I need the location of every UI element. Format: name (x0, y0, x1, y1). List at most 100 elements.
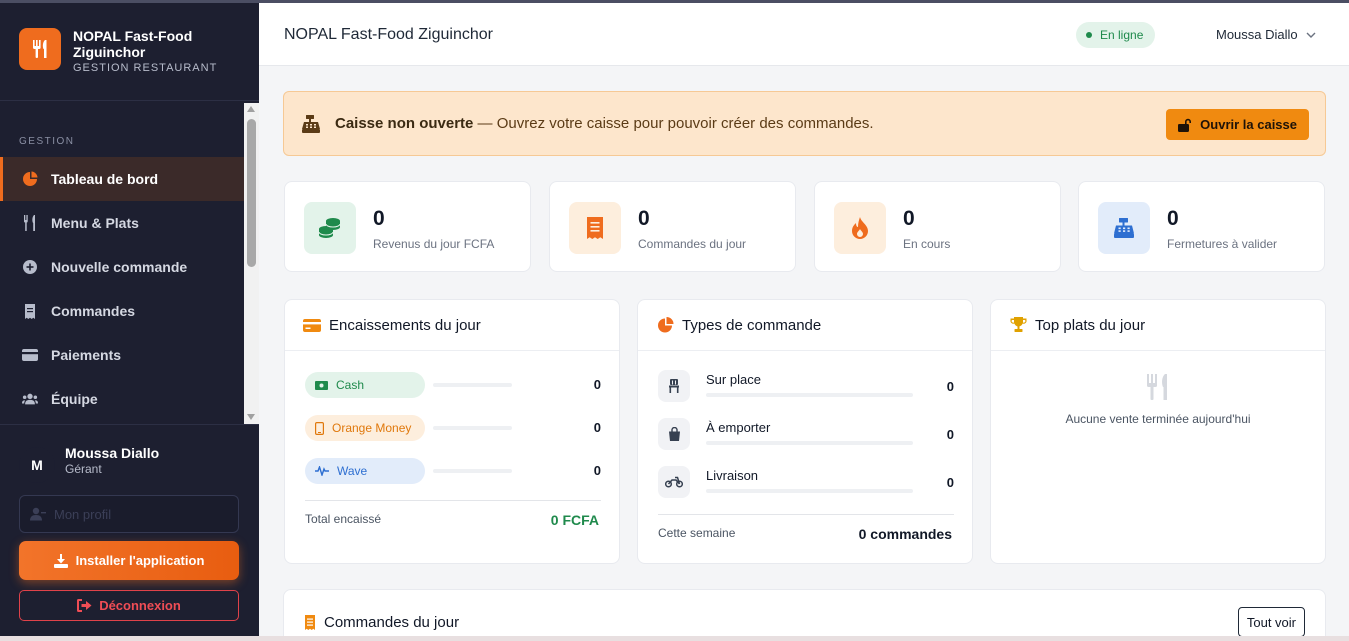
top-header: NOPAL Fast-Food Ziguinchor En ligne Mous… (259, 3, 1349, 66)
stat-label: Commandes du jour (638, 237, 747, 251)
order-type-value: 0 (946, 379, 954, 394)
payment-value: 0 (593, 377, 601, 392)
nav-section-label: GESTION (19, 136, 75, 147)
open-cash-register-button[interactable]: Ouvrir la caisse (1166, 109, 1309, 140)
scroll-down-arrow-icon[interactable] (247, 414, 255, 420)
utensils-icon (22, 215, 38, 231)
install-button-label: Installer l'application (75, 553, 205, 568)
sidebar-item-label: Menu & Plats (51, 215, 139, 231)
sidebar-item-commandes[interactable]: Commandes (0, 289, 244, 333)
empty-state-text: Aucune vente terminée aujourd'hui (1065, 412, 1251, 426)
shopping-bag-icon (658, 418, 690, 450)
panel-title: Top plats du jour (1035, 316, 1146, 334)
profile-button-label: Mon profil (54, 506, 112, 522)
user-role: Gérant (65, 462, 102, 476)
brand-name: NOPAL Fast-Food Ziguinchor (73, 28, 193, 60)
sidebar-item-menu-plats[interactable]: Menu & Plats (0, 201, 244, 245)
payment-value: 0 (593, 463, 601, 478)
wave-pill: Wave (305, 458, 425, 484)
payment-label: Wave (337, 464, 368, 478)
sidebar-item-label: Nouvelle commande (51, 259, 188, 275)
chair-icon (658, 370, 690, 402)
payment-row-orange-money: Orange Money 0 (305, 415, 601, 441)
sidebar-item-tableau-de-bord[interactable]: Tableau de bord (0, 157, 244, 201)
open-cash-register-label: Ouvrir la caisse (1200, 117, 1297, 132)
payment-label: Orange Money (332, 421, 412, 435)
payment-row-cash: Cash 0 (305, 372, 601, 398)
sidebar-scrollbar[interactable] (244, 103, 259, 424)
window-top-strip (0, 0, 1349, 3)
header-user-name: Moussa Diallo (1216, 27, 1298, 42)
pie-chart-icon (656, 316, 674, 334)
alert-message: Caisse non ouverte — Ouvrez votre caisse… (335, 115, 874, 132)
sidebar-item-nouvelle-commande[interactable]: Nouvelle commande (0, 245, 244, 289)
profile-button[interactable]: Mon profil (19, 495, 239, 533)
unlock-icon (1178, 118, 1192, 132)
top-dishes-panel: Top plats du jour Aucune vente terminée … (990, 299, 1326, 564)
mobile-phone-icon (315, 421, 324, 435)
receipt-icon (22, 303, 38, 319)
credit-card-icon (22, 347, 38, 363)
scroll-up-arrow-icon[interactable] (247, 106, 255, 112)
todays-orders-card: Commandes du jour Tout voir (283, 589, 1326, 641)
money-bill-icon (315, 380, 328, 390)
total-label: Total encaissé (305, 512, 382, 526)
panel-divider (658, 514, 954, 515)
cash-pill: Cash (305, 372, 425, 398)
order-type-row-a-emporter: À emporter 0 (658, 418, 954, 452)
stat-card-fermetures: 0 Fermetures à valider (1078, 181, 1325, 272)
wave-signal-icon (315, 466, 329, 476)
panel-divider (305, 500, 601, 501)
window-bottom-strip (0, 636, 1349, 641)
week-label: Cette semaine (658, 526, 736, 540)
utensils-logo-icon (19, 28, 61, 70)
logout-button[interactable]: Déconnexion (19, 590, 239, 621)
order-type-bar (706, 441, 913, 445)
panel-header: Types de commande (638, 300, 972, 351)
orange-money-pill: Orange Money (305, 415, 425, 441)
payment-label: Cash (336, 378, 365, 392)
order-type-label: Sur place (706, 372, 761, 387)
install-app-button[interactable]: Installer l'application (19, 541, 239, 580)
brand-subtitle: GESTION RESTAURANT (73, 62, 218, 74)
alert-title: Caisse non ouverte (335, 115, 474, 132)
payment-value: 0 (593, 420, 601, 435)
user-name: Moussa Diallo (65, 445, 160, 461)
status-badge-label: En ligne (1100, 28, 1144, 42)
user-menu[interactable]: Moussa Diallo (1216, 27, 1316, 42)
card-title-label: Commandes du jour (324, 614, 460, 631)
see-all-button[interactable]: Tout voir (1237, 607, 1305, 637)
receipt-icon (304, 615, 316, 630)
panel-header: Top plats du jour (991, 300, 1325, 351)
sidebar-item-label: Équipe (51, 391, 98, 407)
stat-value: 0 (373, 207, 385, 230)
coins-icon (304, 202, 356, 254)
panel-title: Encaissements du jour (329, 316, 481, 334)
user-circle-icon (30, 507, 46, 521)
cash-register-icon (301, 114, 321, 133)
pie-chart-icon (22, 171, 38, 187)
sidebar-item-equipe[interactable]: Équipe (0, 377, 244, 421)
sidebar-item-label: Commandes (51, 303, 136, 319)
payment-bar (433, 469, 512, 473)
plus-circle-icon (22, 259, 38, 275)
panel-title: Types de commande (682, 316, 822, 334)
order-type-label: Livraison (706, 468, 759, 483)
total-value: 0 FCFA (550, 512, 599, 528)
scrollbar-thumb[interactable] (247, 119, 256, 267)
brand[interactable]: NOPAL Fast-Food Ziguinchor GESTION RESTA… (19, 28, 217, 74)
encaissements-panel: Encaissements du jour Cash 0 Orange Mone… (284, 299, 620, 564)
stat-label: Fermetures à valider (1167, 237, 1278, 251)
download-icon (53, 553, 68, 568)
panel-header: Encaissements du jour (285, 300, 619, 351)
payment-bar (433, 383, 512, 387)
order-type-row-livraison: Livraison 0 (658, 466, 954, 500)
sidebar-item-paiements[interactable]: Paiements (0, 333, 244, 377)
sign-out-icon (77, 599, 92, 612)
sidebar-user-box: M Moussa Diallo Gérant Mon profil Instal… (0, 424, 259, 641)
chevron-down-icon (1306, 32, 1316, 38)
status-badge: En ligne (1076, 22, 1156, 48)
order-type-value: 0 (946, 475, 954, 490)
payment-row-wave: Wave 0 (305, 458, 601, 484)
receipt-icon (569, 202, 621, 254)
